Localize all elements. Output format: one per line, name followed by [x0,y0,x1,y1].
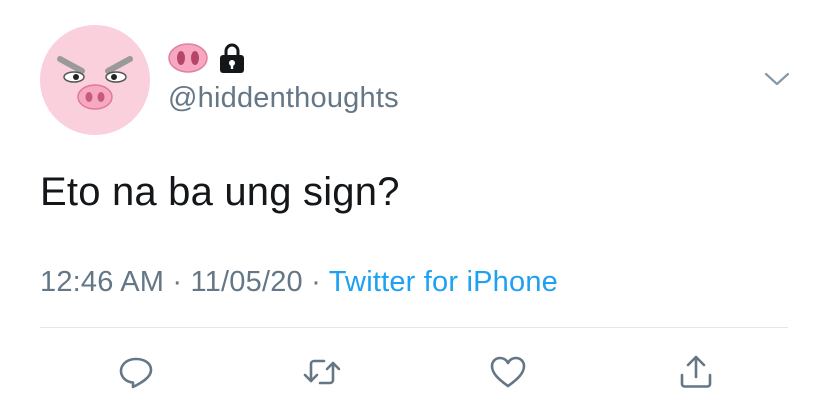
lock-icon [218,42,246,74]
retweet-icon [302,353,342,391]
tweet-text: Eto na ba ung sign? [40,170,400,214]
pig-nose-emoji-icon [168,42,208,74]
reply-button[interactable] [116,352,156,392]
meta-separator: · [311,266,321,298]
tweet-source-link[interactable]: Twitter for iPhone [329,266,558,298]
display-name[interactable] [168,38,246,78]
meta-separator: · [172,266,183,298]
retweet-button[interactable] [302,352,342,392]
tweet-time[interactable]: 12:46 AM [40,266,164,298]
heart-icon [489,354,527,390]
reply-icon [117,353,155,391]
like-button[interactable] [488,352,528,392]
divider [40,327,788,328]
avatar[interactable] [40,25,150,135]
share-icon [677,353,715,391]
share-button[interactable] [676,352,716,392]
tweet-date[interactable]: 11/05/20 [191,266,303,298]
chevron-down-icon[interactable] [762,64,792,94]
tweet-meta: 12:46 AM · 11/05/20 · Twitter for iPhone [40,266,558,299]
angry-pig-face-icon [57,56,133,110]
user-handle[interactable]: @hiddenthoughts [168,82,399,115]
